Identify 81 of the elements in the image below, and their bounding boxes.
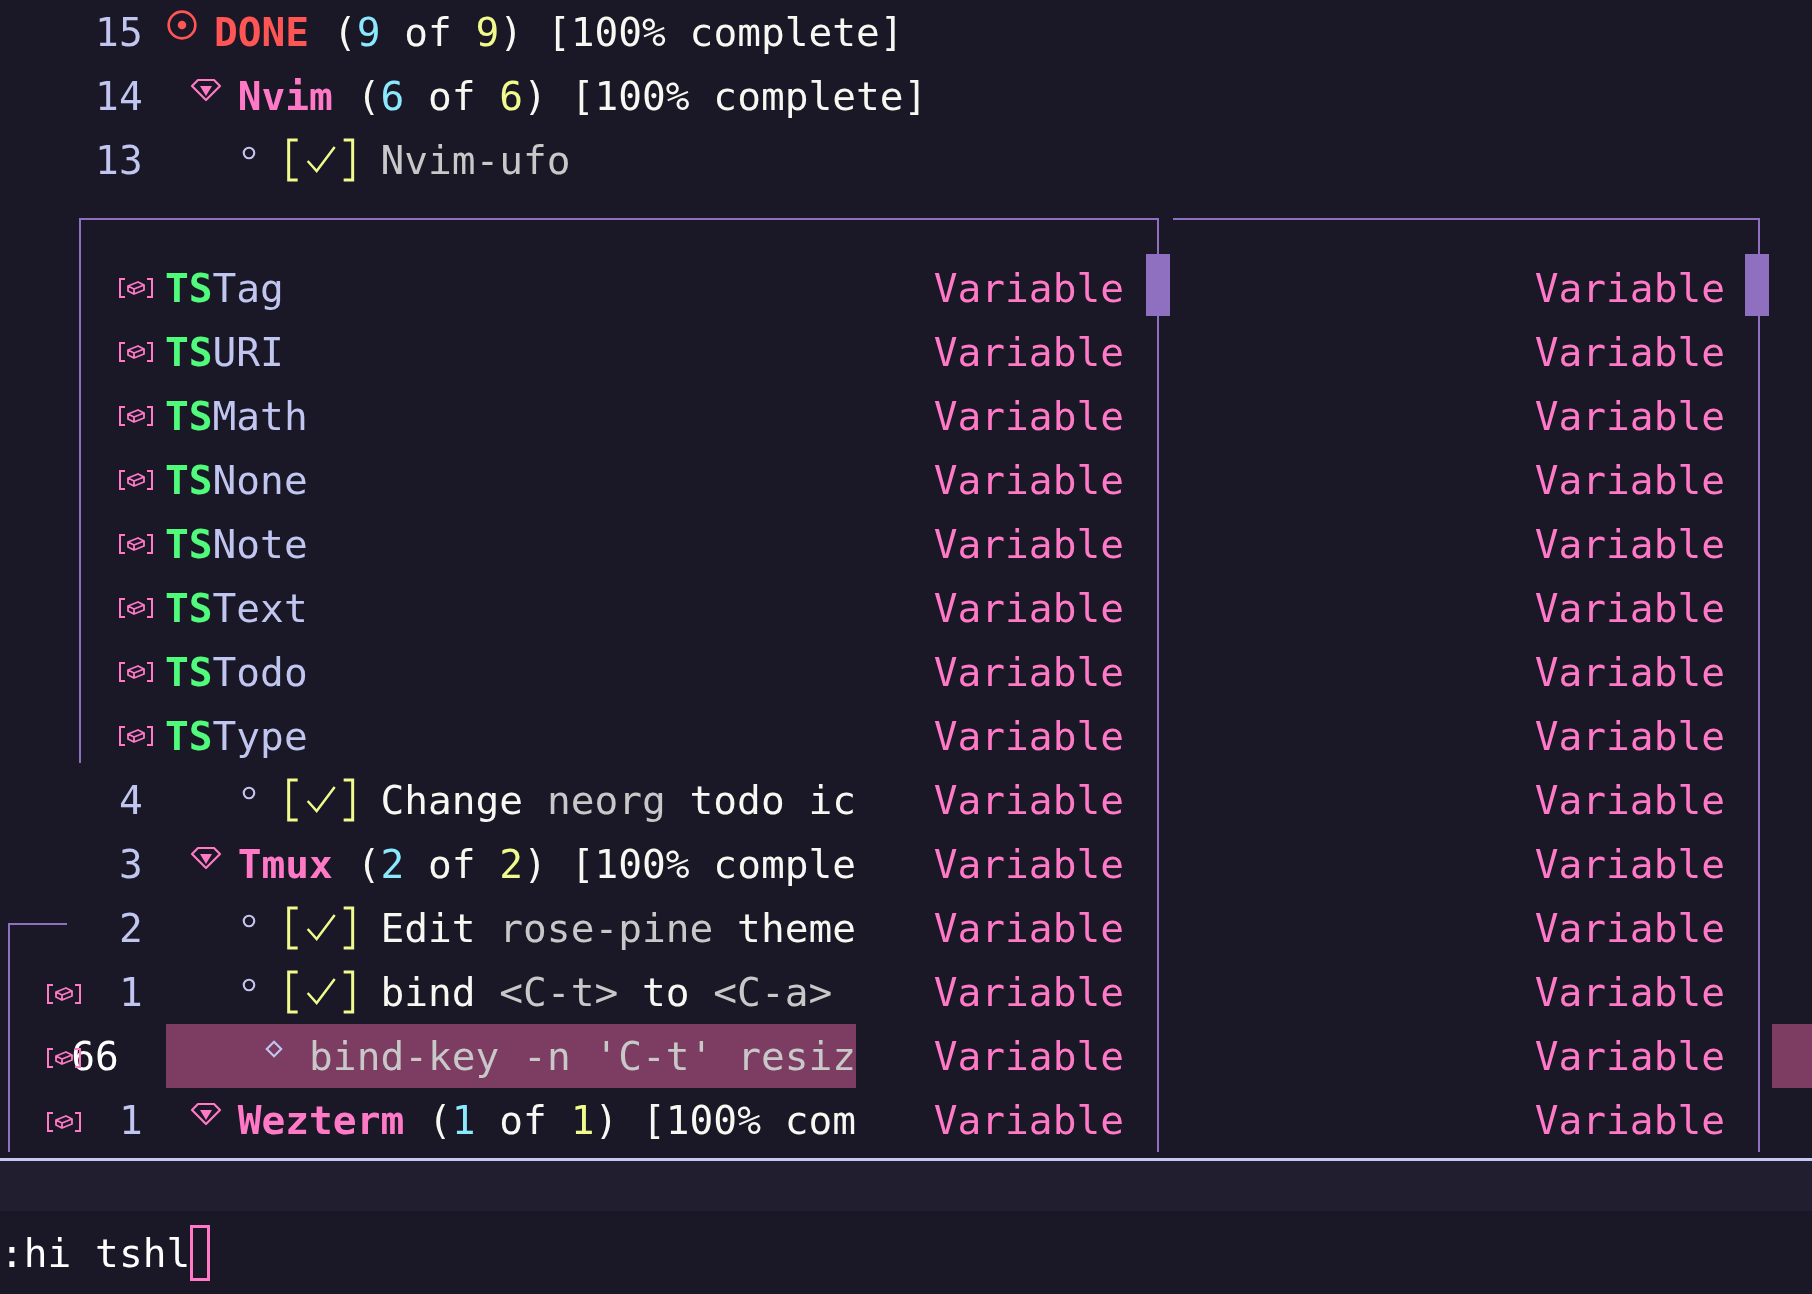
completion-item[interactable]: TSTodo — [165, 649, 308, 695]
item-kind: Variable — [933, 649, 1124, 695]
item-kind: Variable — [1534, 649, 1725, 695]
item-kind: Variable — [933, 841, 1124, 887]
item-kind: Variable — [1534, 777, 1725, 823]
scrollbar-thumb[interactable] — [1745, 254, 1769, 316]
completion-item[interactable]: TSType — [165, 713, 308, 759]
completion-item[interactable]: TSNote — [165, 521, 308, 567]
gem-icon — [190, 846, 223, 870]
line-number: 3 — [118, 841, 143, 887]
item-kind: Variable — [1534, 905, 1725, 951]
variable-icon — [118, 405, 154, 427]
line-text: Edit rose-pine theme — [380, 905, 857, 951]
line-number: 15 — [95, 9, 143, 55]
variable-icon — [118, 725, 154, 747]
variable-icon — [118, 469, 154, 491]
line-number: 1 — [118, 1097, 143, 1143]
item-kind: Variable — [1534, 265, 1725, 311]
line-text: Wezterm (1 of 1) [100% com — [237, 1097, 857, 1143]
item-kind: Variable — [933, 713, 1124, 759]
bullet-icon — [241, 786, 256, 800]
variable-icon — [46, 983, 82, 1005]
scrollbar-thumb[interactable] — [1146, 254, 1170, 316]
line-text: bind <C-t> to <C-a> — [380, 969, 833, 1015]
checkbox[interactable] — [285, 777, 357, 823]
line-number: 13 — [95, 137, 143, 183]
item-kind: Variable — [1534, 521, 1725, 567]
item-kind: Variable — [1534, 329, 1725, 375]
line-number: 1 — [118, 969, 143, 1015]
completion-item[interactable]: TSText — [165, 585, 308, 631]
gem-icon — [190, 1102, 223, 1126]
item-kind: Variable — [933, 329, 1124, 375]
item-kind: Variable — [1534, 713, 1725, 759]
line-text: Nvim-ufo — [380, 137, 571, 183]
completion-item[interactable]: TSMath — [165, 393, 308, 439]
item-kind: Variable — [933, 265, 1124, 311]
variable-icon — [118, 597, 154, 619]
item-kind: Variable — [1534, 1033, 1725, 1079]
variable-icon — [118, 661, 154, 683]
variable-icon — [118, 341, 154, 363]
item-kind: Variable — [1534, 457, 1725, 503]
variable-icon — [118, 533, 154, 555]
item-kind: Variable — [933, 393, 1124, 439]
checkbox[interactable] — [285, 969, 357, 1015]
item-kind: Variable — [1534, 585, 1725, 631]
command-line-text[interactable]: :hi tshl — [0, 1229, 191, 1276]
bullet-icon — [241, 146, 256, 160]
line-text: Nvim (6 of 6) [100% complete] — [237, 73, 928, 119]
line-text: Change neorg todo ic — [380, 777, 857, 823]
variable-icon — [46, 1111, 82, 1133]
item-kind: Variable — [933, 905, 1124, 951]
item-kind: Variable — [933, 969, 1124, 1015]
line-text: DONE (9 of 9) [100% complete] — [214, 9, 904, 55]
completion-item[interactable]: TSURI — [165, 329, 284, 375]
line-number: 14 — [95, 73, 143, 119]
line-text: bind-key -n 'C-t' resiz — [309, 1033, 857, 1079]
item-kind: Variable — [1534, 393, 1725, 439]
bullet-icon — [241, 914, 256, 928]
line-number: 4 — [118, 777, 143, 823]
checkbox[interactable] — [285, 137, 357, 183]
completion-item[interactable]: TSTag — [165, 265, 284, 311]
item-kind: Variable — [933, 457, 1124, 503]
diamond-icon — [264, 1040, 283, 1058]
item-kind: Variable — [933, 521, 1124, 567]
item-kind: Variable — [1534, 1097, 1725, 1143]
checkbox[interactable] — [285, 905, 357, 951]
cursor-line-highlight — [1772, 1024, 1812, 1088]
item-kind: Variable — [1534, 841, 1725, 887]
item-kind: Variable — [933, 1097, 1124, 1143]
cursor — [190, 1224, 211, 1281]
item-kind: Variable — [1534, 969, 1725, 1015]
item-kind: Variable — [933, 1033, 1124, 1079]
gem-icon — [190, 78, 223, 102]
completion-item[interactable]: TSNone — [165, 457, 308, 503]
variable-icon — [118, 277, 154, 299]
line-number: 2 — [118, 905, 143, 951]
line-text: Tmux (2 of 2) [100% comple — [237, 841, 857, 887]
bullet-icon — [241, 978, 256, 992]
item-kind: Variable — [933, 585, 1124, 631]
target-icon — [166, 9, 199, 41]
item-kind: Variable — [933, 777, 1124, 823]
